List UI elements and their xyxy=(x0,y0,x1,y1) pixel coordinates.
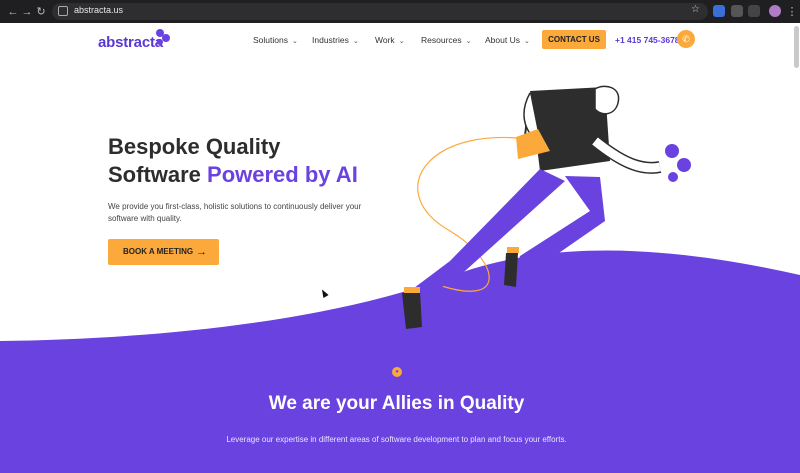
section-indicator-dot: ● xyxy=(392,367,402,377)
nav-item-industries[interactable]: Industries ⌄ xyxy=(312,35,359,45)
chevron-down-icon: ⌄ xyxy=(523,38,530,45)
logo-mark-icon xyxy=(156,29,170,45)
profile-avatar[interactable] xyxy=(769,5,781,17)
hero-title: Bespoke Quality Software Powered by AI xyxy=(108,133,358,189)
nav-item-work[interactable]: Work ⌄ xyxy=(375,35,405,45)
reload-icon[interactable]: ↻ xyxy=(34,5,48,19)
page: abstracta Solutions ⌄ Industries ⌄ Work ⌄ R… xyxy=(0,23,800,473)
hero-title-line1: Bespoke Quality xyxy=(108,134,281,159)
hero-subtitle: We provide you first-class, holistic sol… xyxy=(108,202,362,223)
browser-toolbar: ← → ↻ abstracta.us ☆ ⋮ xyxy=(0,0,800,23)
phone-link[interactable]: +1 415 745-3678 xyxy=(615,35,680,45)
nav-item-solutions[interactable]: Solutions ⌄ xyxy=(253,35,298,45)
site-info-icon[interactable] xyxy=(58,6,68,16)
extensions-puzzle-icon[interactable] xyxy=(748,5,760,17)
back-icon[interactable]: ← xyxy=(6,5,20,19)
arrow-right-icon: → xyxy=(196,246,207,258)
page-scrollbar[interactable] xyxy=(794,26,799,68)
extension-icon[interactable] xyxy=(731,5,743,17)
phone-icon[interactable]: ✆ xyxy=(677,30,695,48)
hero-illustration xyxy=(402,85,691,329)
browser-menu-icon[interactable]: ⋮ xyxy=(785,5,799,19)
forward-icon[interactable]: → xyxy=(20,5,34,19)
chevron-down-icon: ⌄ xyxy=(398,38,405,45)
hero-title-line2: Software Powered by AI xyxy=(108,162,358,187)
allies-title: We are your Allies in Quality xyxy=(268,393,525,414)
chevron-down-icon: ⌄ xyxy=(465,38,472,45)
logo[interactable]: abstracta xyxy=(98,34,163,51)
url-text: abstracta.us xyxy=(74,5,124,15)
address-bar[interactable]: abstracta.us ☆ xyxy=(52,3,708,20)
nav-item-resources[interactable]: Resources ⌄ xyxy=(421,35,472,45)
book-meeting-label: BOOK A MEETING xyxy=(123,247,194,256)
book-meeting-button[interactable]: BOOK A MEETING → xyxy=(108,239,219,265)
bookmark-star-icon[interactable]: ☆ xyxy=(691,4,700,15)
nav-item-about-us[interactable]: About Us ⌄ xyxy=(485,35,530,45)
hero-title-accent: Powered by AI xyxy=(207,162,358,187)
chevron-down-icon: ⌄ xyxy=(291,38,298,45)
contact-us-button[interactable]: CONTACT US xyxy=(542,30,606,49)
allies-subtitle: Leverage our expertise in different area… xyxy=(226,435,567,444)
extension-icon[interactable] xyxy=(713,5,725,17)
chevron-down-icon: ⌄ xyxy=(352,38,359,45)
